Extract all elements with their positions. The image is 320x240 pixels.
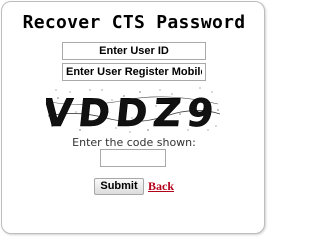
captcha-image: VDDZ9: [46, 86, 222, 134]
submit-button[interactable]: Submit: [94, 178, 144, 195]
captcha-code-input[interactable]: [100, 149, 166, 167]
mobile-number-input[interactable]: [62, 63, 206, 81]
page-title: Recover CTS Password: [22, 12, 246, 33]
back-link[interactable]: Back: [148, 179, 174, 194]
code-prompt-label: Enter the code shown:: [72, 136, 196, 149]
recover-password-panel: Recover CTS Password VDDZ9 Enter the cod…: [1, 1, 265, 234]
captcha-text: VDDZ9: [46, 91, 222, 134]
user-id-input[interactable]: [62, 42, 206, 60]
